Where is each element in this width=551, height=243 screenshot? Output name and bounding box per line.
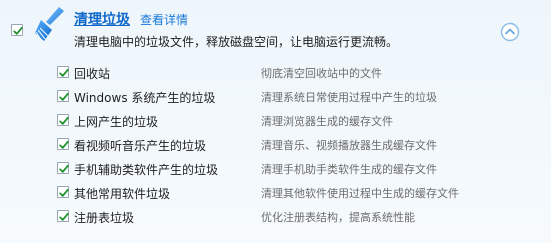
list-item-media-junk[interactable]: 看视频听音乐产生的垃圾 清理音乐、视频播放器生成缓存文件 — [0, 134, 551, 156]
list-item-description: 清理其他软件使用过程中生成的缓存文件 — [261, 187, 459, 200]
cleanup-items: 回收站 彻底清空回收站中的文件 Windows 系统产生的垃圾 清理系统日常使用… — [0, 0, 551, 243]
check-icon — [59, 68, 69, 77]
list-item-description: 清理系统日常使用过程中产生的垃圾 — [261, 91, 437, 104]
list-item-label: 回收站 — [74, 67, 111, 81]
list-item-label: 其他常用软件垃圾 — [74, 187, 171, 201]
list-item-description: 优化注册表结构，提高系统性能 — [261, 211, 415, 224]
list-item-windows-junk[interactable]: Windows 系统产生的垃圾 清理系统日常使用过程中产生的垃圾 — [0, 86, 551, 108]
list-item-checkbox[interactable] — [57, 162, 69, 174]
list-item-phone-assistant-junk[interactable]: 手机辅助类软件产生的垃圾 清理手机助手类软件生成的缓存文件 — [0, 158, 551, 180]
cleanup-panel: 清理垃圾 查看详情 清理电脑中的垃圾文件，释放磁盘空间，让电脑运行更流畅。 回收… — [0, 0, 551, 243]
check-icon — [59, 212, 69, 221]
list-item-checkbox[interactable] — [57, 66, 69, 78]
list-item-registry-junk[interactable]: 注册表垃圾 优化注册表结构，提高系统性能 — [0, 206, 551, 228]
check-icon — [59, 188, 69, 197]
list-item-checkbox[interactable] — [57, 138, 69, 150]
list-item-checkbox[interactable] — [57, 90, 69, 102]
list-item-description: 清理音乐、视频播放器生成缓存文件 — [261, 139, 437, 152]
list-item-label: 上网产生的垃圾 — [74, 115, 159, 129]
list-item-label: 手机辅助类软件产生的垃圾 — [74, 163, 219, 177]
list-item-internet-junk[interactable]: 上网产生的垃圾 清理浏览器生成的缓存文件 — [0, 110, 551, 132]
list-item-description: 彻底清空回收站中的文件 — [261, 67, 382, 80]
check-icon — [59, 140, 69, 149]
list-item-description: 清理浏览器生成的缓存文件 — [261, 115, 393, 128]
list-item-label: 注册表垃圾 — [74, 211, 135, 225]
list-item-label: 看视频听音乐产生的垃圾 — [74, 139, 207, 153]
check-icon — [59, 164, 69, 173]
list-item-checkbox[interactable] — [57, 186, 69, 198]
list-item-recycle-bin[interactable]: 回收站 彻底清空回收站中的文件 — [0, 62, 551, 84]
list-item-description: 清理手机助手类软件生成的缓存文件 — [261, 163, 437, 176]
check-icon — [59, 92, 69, 101]
list-item-other-software-junk[interactable]: 其他常用软件垃圾 清理其他软件使用过程中生成的缓存文件 — [0, 182, 551, 204]
check-icon — [59, 116, 69, 125]
list-item-label: Windows 系统产生的垃圾 — [74, 91, 216, 105]
list-item-checkbox[interactable] — [57, 114, 69, 126]
list-item-checkbox[interactable] — [57, 210, 69, 222]
